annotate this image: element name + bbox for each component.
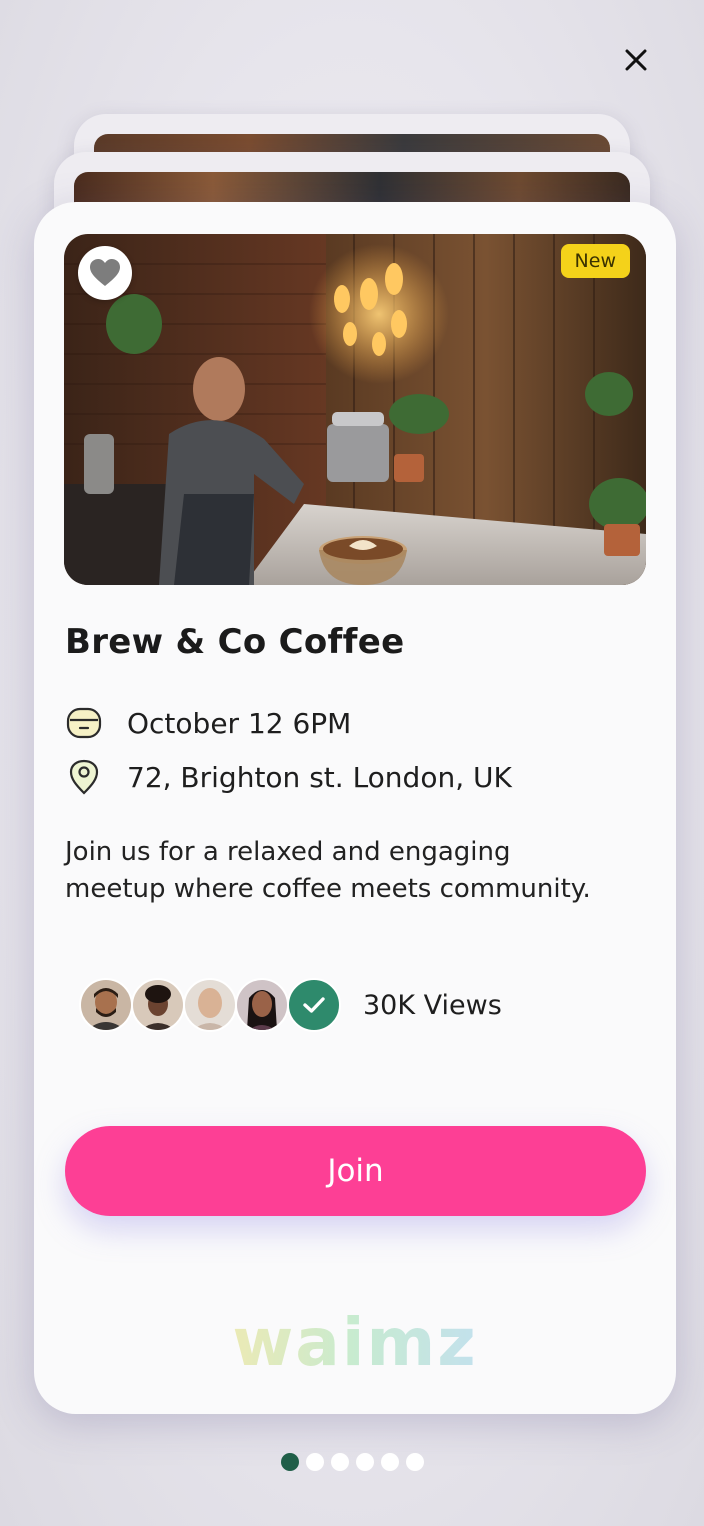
calendar-icon xyxy=(65,704,103,742)
page-dot[interactable] xyxy=(355,1453,374,1471)
event-image: New xyxy=(64,234,646,585)
event-date-row: October 12 6PM xyxy=(65,704,351,742)
join-button[interactable]: Join xyxy=(65,1126,646,1216)
page-dot[interactable] xyxy=(330,1453,349,1471)
close-button[interactable] xyxy=(616,40,656,80)
heart-icon xyxy=(90,259,120,286)
checkmark-icon xyxy=(303,997,325,1013)
page-dot[interactable] xyxy=(405,1453,424,1471)
attendee-list[interactable]: 30K Views xyxy=(79,978,502,1032)
event-location-row: 72, Brighton st. London, UK xyxy=(65,758,512,796)
pagination-dots xyxy=(0,1453,704,1471)
event-date: October 12 6PM xyxy=(127,706,352,740)
event-card[interactable]: New Brew & Co Coffee October 12 6PM 72, … xyxy=(34,202,676,1414)
avatar xyxy=(79,978,133,1032)
new-badge: New xyxy=(560,244,630,278)
brand-watermark: waimz xyxy=(34,1304,676,1381)
avatar xyxy=(131,978,185,1032)
avatar xyxy=(235,978,289,1032)
page-dot-active[interactable] xyxy=(280,1453,299,1471)
page-dot[interactable] xyxy=(380,1453,399,1471)
event-title: Brew & Co Coffee xyxy=(65,622,405,662)
avatar xyxy=(183,978,237,1032)
close-icon xyxy=(625,49,647,71)
page-dot[interactable] xyxy=(305,1453,324,1471)
event-description: Join us for a relaxed and engaging meetu… xyxy=(65,837,591,904)
view-count: 30K Views xyxy=(363,989,502,1021)
event-location: 72, Brighton st. London, UK xyxy=(127,760,512,794)
attended-check-badge xyxy=(287,978,341,1032)
favorite-button[interactable] xyxy=(78,246,132,300)
location-pin-icon xyxy=(65,758,103,796)
